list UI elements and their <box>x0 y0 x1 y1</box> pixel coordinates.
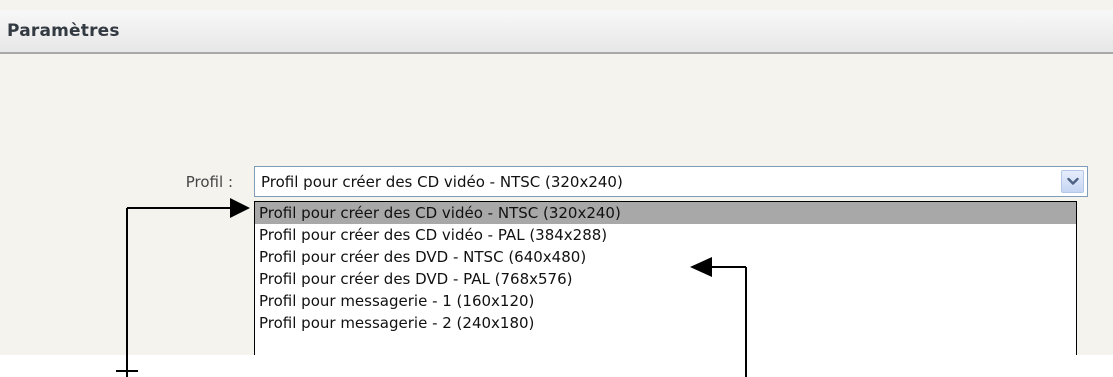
annotation-callouts <box>116 198 747 377</box>
callout-arrow-right <box>690 257 747 377</box>
callout-arrow-left <box>116 198 250 377</box>
